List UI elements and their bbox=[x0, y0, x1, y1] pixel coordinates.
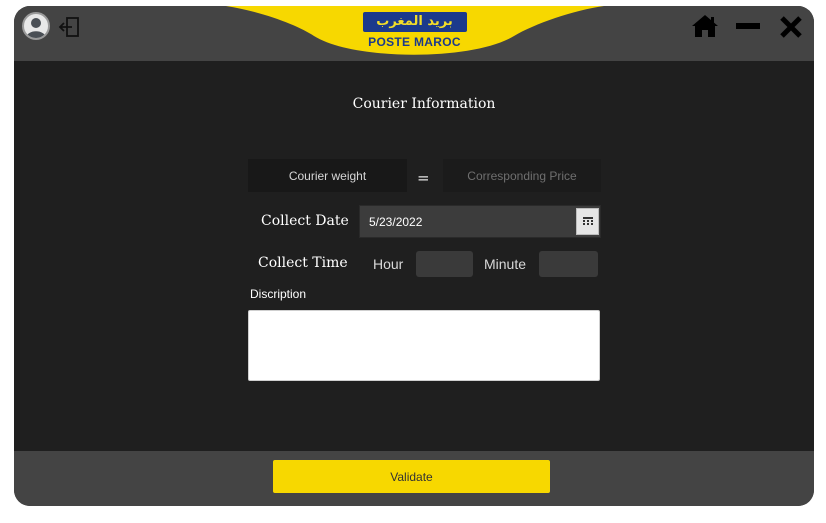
hour-input[interactable] bbox=[416, 251, 473, 277]
footer-bar: Validate bbox=[14, 451, 814, 506]
app-window: بريد المغرب POSTE MAROC Courier Informat… bbox=[14, 6, 814, 506]
collect-date-label: Collect Date bbox=[261, 213, 349, 229]
minimize-icon[interactable] bbox=[736, 23, 760, 29]
courier-weight-input[interactable]: Courier weight bbox=[248, 159, 407, 192]
corresponding-price-field: Corresponding Price bbox=[443, 159, 601, 192]
description-textarea[interactable] bbox=[248, 310, 600, 381]
close-icon[interactable] bbox=[779, 15, 803, 39]
logout-icon[interactable] bbox=[58, 15, 82, 39]
poste-maroc-logo: بريد المغرب POSTE MAROC bbox=[362, 12, 467, 56]
page-title: Courier Information bbox=[352, 96, 496, 112]
calendar-button[interactable] bbox=[576, 208, 599, 235]
calendar-icon bbox=[582, 217, 593, 225]
home-icon[interactable] bbox=[691, 14, 719, 38]
logo-french-text: POSTE MAROC bbox=[368, 35, 461, 49]
collect-time-label: Collect Time bbox=[258, 255, 348, 271]
minute-input[interactable] bbox=[539, 251, 598, 277]
validate-button[interactable]: Validate bbox=[273, 460, 550, 493]
collect-date-value: 5/23/2022 bbox=[369, 215, 423, 229]
hour-label: Hour bbox=[373, 256, 404, 272]
minute-label: Minute bbox=[484, 256, 527, 272]
description-label: Discription bbox=[250, 287, 307, 301]
collect-date-picker[interactable]: 5/23/2022 bbox=[359, 205, 601, 238]
title-bar: بريد المغرب POSTE MAROC bbox=[14, 6, 814, 61]
avatar-icon[interactable] bbox=[22, 12, 50, 40]
logo-arabic-text: بريد المغرب bbox=[362, 12, 467, 32]
equals-sign: = bbox=[417, 169, 430, 187]
